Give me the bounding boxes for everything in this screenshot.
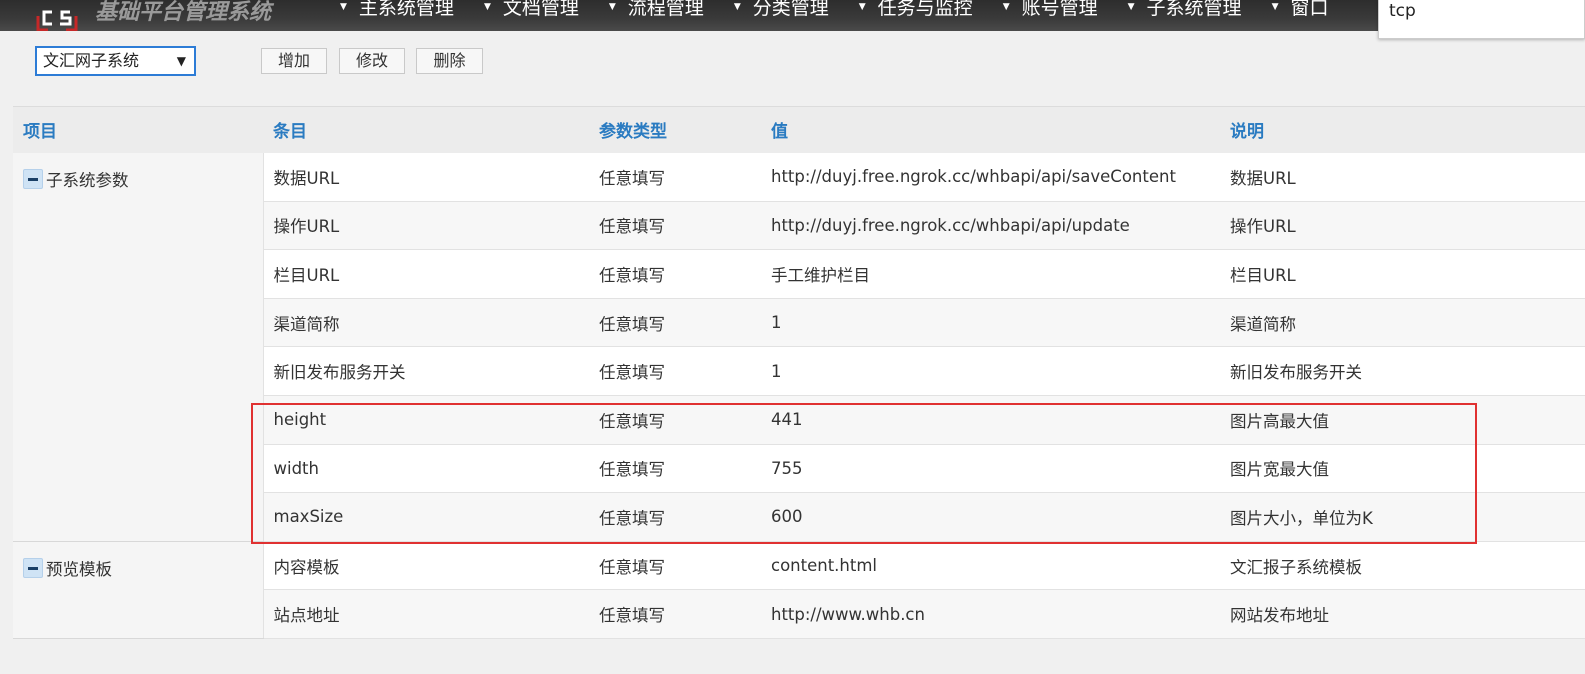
type-cell: 任意填写 [589, 492, 761, 542]
caret-down-icon: ▼ [1002, 1, 1010, 12]
value-cell: 1 [761, 346, 1220, 396]
caret-down-icon: ▼ [340, 1, 347, 12]
caret-down-icon: ▼ [858, 1, 866, 12]
value-cell: 441 [761, 395, 1220, 445]
description-cell: 操作URL [1220, 201, 1585, 251]
logo-icon [36, 10, 78, 31]
item-cell: height [263, 395, 589, 445]
nav-item-subsystems[interactable]: ▼ 子系统管理 [1128, 0, 1242, 20]
group-cell-subsystem-params: 子系统参数 [13, 152, 264, 542]
subsystem-select[interactable]: 文汇网子系统 ▼ [35, 46, 196, 76]
description-cell: 图片宽最大值 [1220, 444, 1585, 494]
delete-button[interactable]: 删除 [416, 48, 483, 74]
dropdown-arrow-icon: ▼ [176, 54, 186, 68]
item-cell: 栏目URL [263, 249, 589, 299]
description-cell: 数据URL [1220, 152, 1585, 202]
nav-item-categories[interactable]: ▼ 分类管理 [734, 0, 829, 20]
description-cell: 渠道简称 [1220, 298, 1585, 348]
app-title: 基础平台管理系统 [95, 0, 272, 25]
add-button[interactable]: 增加 [261, 48, 327, 74]
type-cell: 任意填写 [589, 298, 761, 348]
top-nav-bar: 基础平台管理系统 ▼ 主系统管理 ▼ 文档管理 ▼ 流程管理 ▼ 分类管理 ▼ 任务与监控… [0, 0, 1585, 31]
type-cell: 任意填写 [589, 346, 761, 396]
table-row[interactable]: 子系统参数 数据URL 任意填写 http://duyj.free.ngrok.… [13, 152, 1585, 542]
value-cell: 600 [761, 492, 1220, 542]
value-cell: http://duyj.free.ngrok.cc/whbapi/api/sav… [761, 152, 1220, 202]
description-cell: 新旧发布服务开关 [1220, 346, 1585, 396]
item-cell: 渠道简称 [263, 298, 589, 348]
description-cell: 栏目URL [1220, 249, 1585, 299]
column-header-value[interactable]: 值 [761, 106, 1220, 153]
value-cell: 手工维护栏目 [761, 249, 1220, 299]
type-cell: 任意填写 [589, 395, 761, 445]
caret-down-icon: ▼ [733, 1, 741, 12]
value-cell: content.html [761, 541, 1220, 591]
description-cell: 图片大小，单位为K [1220, 492, 1585, 542]
group-label: 预览模板 [46, 559, 112, 579]
nav-item-main-system[interactable]: ▼ 主系统管理 [340, 0, 454, 20]
table-row[interactable]: 预览模板 内容模板 任意填写 content.html 文汇报子系统模板 [13, 541, 1585, 639]
nav-item-workflow[interactable]: ▼ 流程管理 [609, 0, 704, 20]
search-popup [1378, 0, 1585, 39]
type-cell: 任意填写 [589, 541, 761, 591]
description-cell: 文汇报子系统模板 [1220, 541, 1585, 591]
type-cell: 任意填写 [589, 589, 761, 639]
caret-down-icon: ▼ [608, 1, 616, 12]
collapse-icon[interactable] [23, 168, 43, 189]
caret-down-icon: ▼ [1271, 1, 1279, 12]
value-cell: http://duyj.free.ngrok.cc/whbapi/api/upd… [761, 201, 1220, 251]
value-cell: 1 [761, 298, 1220, 348]
item-cell: 新旧发布服务开关 [263, 346, 589, 396]
item-cell: 操作URL [263, 201, 589, 251]
edit-button[interactable]: 修改 [339, 48, 405, 74]
nav-item-tasks-monitoring[interactable]: ▼ 任务与监控 [859, 0, 973, 20]
nav-item-documents[interactable]: ▼ 文档管理 [484, 0, 579, 20]
parameter-table: 项目 条目 参数类型 值 说明 子系统参数 数据URL 任意填写 http://… [13, 106, 1585, 639]
column-header-param-type[interactable]: 参数类型 [589, 106, 761, 153]
subsystem-select-value: 文汇网子系统 [43, 51, 140, 70]
type-cell: 任意填写 [589, 444, 761, 494]
value-cell: http://www.whb.cn [761, 589, 1220, 639]
type-cell: 任意填写 [589, 201, 761, 251]
value-cell: 755 [761, 444, 1220, 494]
item-cell: 数据URL [263, 152, 589, 202]
item-cell: 站点地址 [263, 589, 589, 639]
caret-down-icon: ▼ [483, 1, 491, 12]
search-input[interactable] [1379, 0, 1584, 22]
main-nav: ▼ 主系统管理 ▼ 文档管理 ▼ 流程管理 ▼ 分类管理 ▼ 任务与监控 ▼ 账号管理 ▼ 子… [340, 0, 1359, 20]
type-cell: 任意填写 [589, 249, 761, 299]
description-cell: 图片高最大值 [1220, 395, 1585, 445]
item-cell: 内容模板 [263, 541, 589, 591]
group-cell-preview-templates: 预览模板 [13, 541, 264, 639]
collapse-icon[interactable] [23, 557, 43, 578]
column-header-item[interactable]: 条目 [263, 106, 589, 153]
item-cell: maxSize [263, 492, 589, 542]
group-label: 子系统参数 [46, 170, 129, 190]
column-header-description[interactable]: 说明 [1220, 106, 1585, 153]
toolbar: 文汇网子系统 ▼ 增加 修改 删除 [0, 31, 1585, 91]
table-header-row: 项目 条目 参数类型 值 说明 [13, 106, 1585, 153]
nav-item-window[interactable]: ▼ 窗口 [1272, 0, 1329, 20]
caret-down-icon: ▼ [1127, 1, 1135, 12]
nav-item-accounts[interactable]: ▼ 账号管理 [1003, 0, 1098, 20]
description-cell: 网站发布地址 [1220, 589, 1585, 639]
item-cell: width [263, 444, 589, 494]
type-cell: 任意填写 [589, 152, 761, 202]
column-header-project[interactable]: 项目 [13, 106, 263, 153]
